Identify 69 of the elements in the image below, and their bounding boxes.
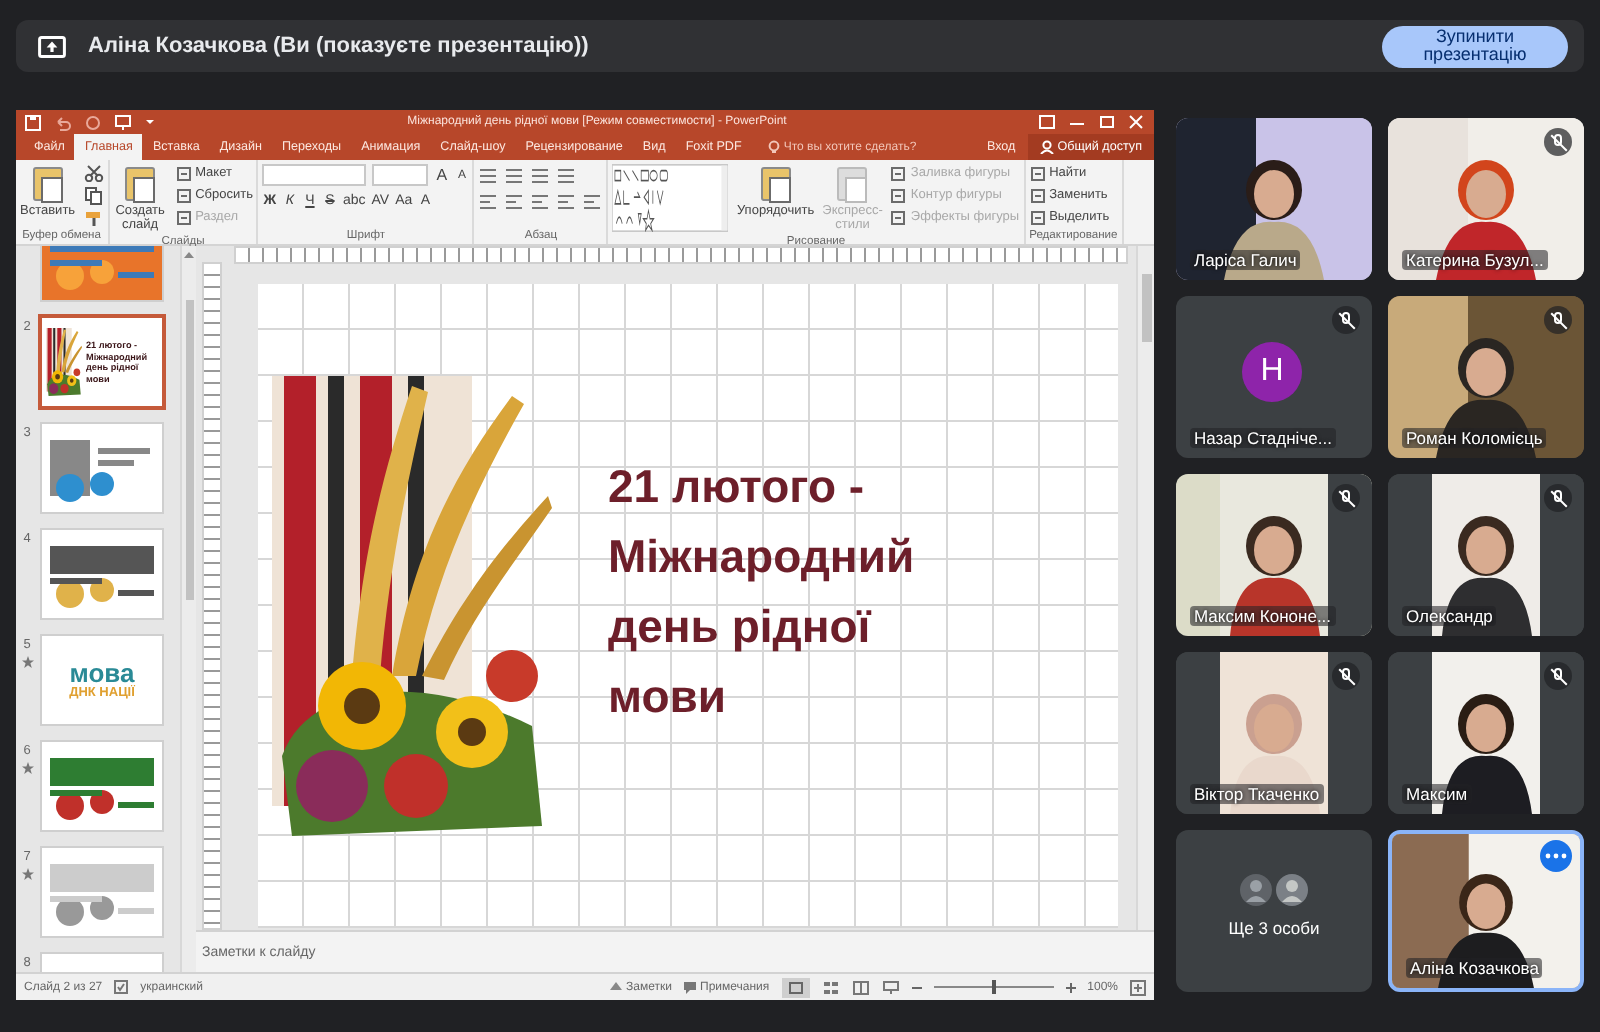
tool-icon	[175, 165, 192, 181]
participant-tile[interactable]: Ще 3 особи	[1176, 830, 1372, 992]
participant-tile[interactable]: Максим Кононе...	[1176, 474, 1372, 636]
copy-icon[interactable]	[83, 186, 104, 206]
font-name-field[interactable]	[262, 164, 367, 186]
participant-tile[interactable]: Аліна Козачкова	[1388, 830, 1584, 992]
list-icon[interactable]	[478, 165, 499, 185]
more-participants-label[interactable]: Ще 3 особи	[1228, 918, 1320, 938]
animation-star-icon	[21, 656, 33, 668]
tool-icon	[890, 187, 907, 203]
tool-icon	[890, 209, 907, 225]
presenter-label: Аліна Козачкова (Ви (показуєте презентацію))	[88, 34, 591, 58]
redo-icon[interactable]	[84, 113, 102, 131]
participant-name: Олександр	[1402, 606, 1497, 626]
notes-icon	[610, 982, 623, 992]
person-icon	[1039, 140, 1054, 154]
font-size-field[interactable]	[372, 164, 429, 186]
zoom-slider-thumb[interactable]	[991, 980, 996, 994]
undo-icon[interactable]	[54, 113, 72, 131]
cut-icon[interactable]	[83, 164, 104, 182]
align-icon[interactable]	[504, 191, 525, 211]
participant-tile[interactable]: Катерина Бузул...	[1388, 118, 1584, 280]
align-icon[interactable]	[478, 191, 499, 211]
save-icon[interactable]	[24, 113, 42, 131]
list-icon[interactable]	[530, 165, 551, 185]
comment-icon	[684, 981, 696, 993]
lightbulb-icon	[767, 140, 780, 154]
avatar-icon	[1240, 874, 1272, 906]
format-painter-icon[interactable]	[83, 210, 104, 228]
participant-tile[interactable]: Роман Коломієць	[1388, 296, 1584, 458]
ribbon-display-icon[interactable]	[1038, 114, 1056, 130]
caret-icon[interactable]	[144, 116, 156, 128]
align-icon[interactable]	[530, 191, 551, 211]
more-options-icon	[1544, 852, 1568, 860]
participant-tile[interactable]: Н Назар Стадніче...	[1176, 296, 1372, 458]
slide-title: 21 лютого - Міжнародний день рідної мови	[608, 458, 915, 726]
align-icon[interactable]	[556, 191, 577, 211]
grow-font-button[interactable]: A	[434, 166, 449, 184]
avatar-icon	[1276, 874, 1308, 906]
animation-star-icon	[21, 868, 33, 880]
zoom-out-icon[interactable]	[911, 981, 922, 993]
reading-view-icon[interactable]	[851, 977, 870, 997]
align-icon[interactable]	[582, 191, 603, 211]
slideshow-icon[interactable]	[114, 113, 132, 131]
stop-presenting-button[interactable]: Зупинити презентацію	[1382, 25, 1568, 67]
avatar: Н	[1242, 342, 1302, 402]
tool-icon	[1029, 187, 1046, 203]
scroll-up-icon[interactable]	[184, 250, 194, 260]
shapes-gallery[interactable]	[612, 164, 729, 232]
tool-icon	[890, 165, 907, 181]
tool-icon	[175, 187, 192, 203]
slideshow-icon[interactable]	[881, 977, 900, 997]
wordmark-title: мова	[69, 660, 135, 686]
close-icon[interactable]	[1128, 114, 1146, 130]
zoom-in-icon[interactable]	[1065, 981, 1076, 993]
present-screen-icon	[38, 35, 66, 57]
list-icon[interactable]	[556, 165, 577, 185]
tool-icon	[1029, 209, 1046, 225]
fit-slide-icon[interactable]	[1130, 979, 1146, 995]
tool-icon	[175, 209, 192, 225]
scrollbar-thumb[interactable]	[1141, 274, 1151, 342]
spell-check-icon[interactable]	[114, 980, 129, 994]
tool-icon	[1029, 165, 1046, 181]
maximize-icon[interactable]	[1098, 114, 1116, 130]
slide-sorter-icon[interactable]	[821, 977, 840, 997]
animation-star-icon	[21, 762, 33, 774]
normal-view-icon[interactable]	[781, 977, 810, 997]
participant-tile[interactable]: Ларіса Галич	[1176, 118, 1372, 280]
list-icon[interactable]	[504, 165, 525, 185]
